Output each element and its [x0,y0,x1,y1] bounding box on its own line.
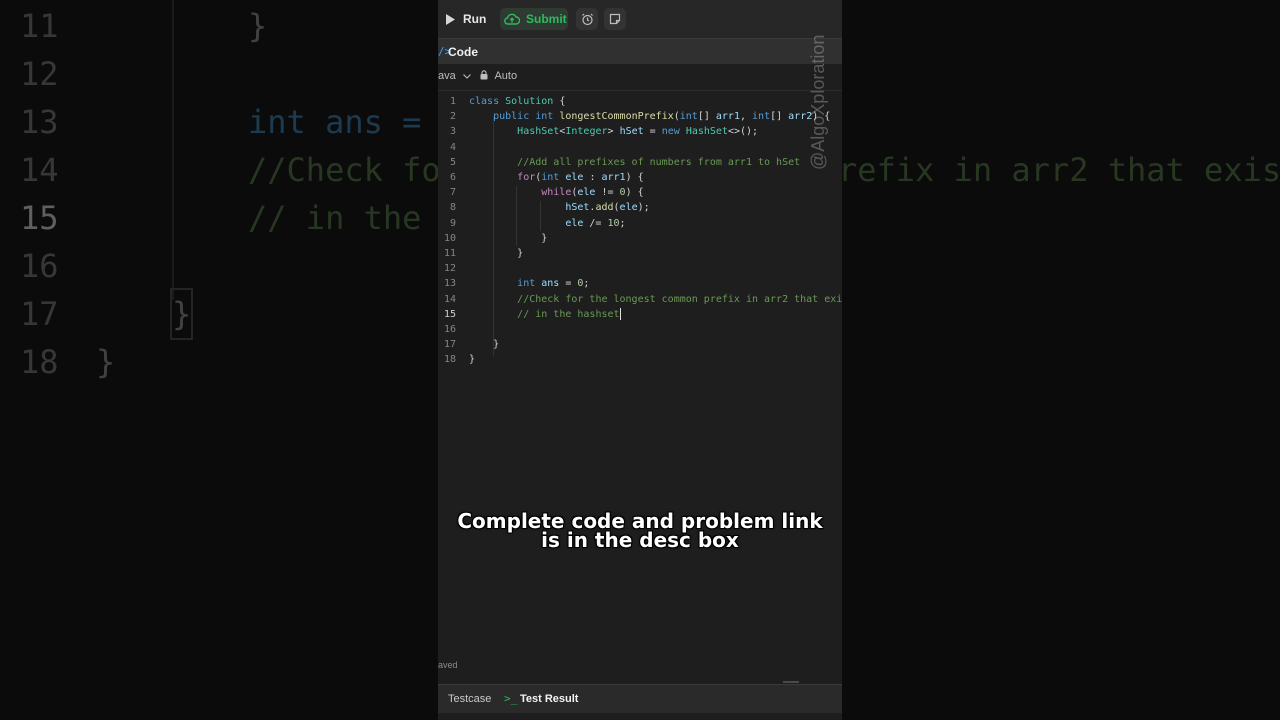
code-line[interactable]: 2 public int longestCommonPrefix(int[] a… [438,109,842,124]
code-line[interactable]: 17 } [438,337,842,352]
auto-mode-label: Auto [494,70,518,82]
code-text: } [469,354,476,366]
code-text: for(int ele : arr1) { [517,172,644,183]
code-line[interactable]: 11 } [438,246,842,261]
code-line[interactable]: 16 [438,322,842,337]
line-number: 13 [443,278,456,290]
note-icon [609,13,621,25]
alarm-button[interactable] [576,8,598,30]
editor-panel: Run Submit /> Code ava Auto 1 class Solu… [438,0,842,720]
code-text: hSet.add(ele); [565,202,650,214]
saved-status: aved [438,660,458,670]
code-line[interactable]: 8 hSet.add(ele); [438,200,842,215]
bottom-tabs: Testcase >_ Test Result [438,684,842,713]
line-number: 5 [449,156,456,168]
alarm-clock-icon [581,13,594,26]
code-text: //Check for the longest common prefix in… [517,293,842,305]
line-number: 12 [443,263,456,275]
line-number: 7 [449,187,456,199]
code-line[interactable]: 12 [438,261,842,276]
code-line[interactable]: 1 class Solution { [438,94,842,109]
language-select[interactable]: ava [438,70,471,82]
tab-testcase[interactable]: Testcase [448,693,491,705]
line-number: 4 [449,141,456,153]
code-line[interactable]: 14 //Check for the longest common prefix… [438,292,842,307]
watermark: @AlgoXploration [808,10,828,170]
tab-test-result[interactable]: Test Result [520,693,578,705]
line-number: 2 [449,111,456,123]
line-number: 9 [449,217,456,229]
editor-settings-bar: ava Auto [438,64,842,91]
code-line[interactable]: 18} [438,352,842,367]
lock-icon [480,70,488,83]
line-number: 18 [443,354,456,366]
cloud-upload-icon [504,13,520,25]
code-line[interactable]: 5 //Add all prefixes of numbers from arr… [438,155,842,170]
submit-label: Submit [526,12,567,26]
code-line[interactable]: 13 int ans = 0; [438,276,842,291]
code-text: int ans = 0; [517,278,590,290]
code-line[interactable]: 6 for(int ele : arr1) { [438,170,842,185]
code-text: HashSet<Integer> hSet = new HashSet<>(); [517,126,759,138]
code-line[interactable]: 3 HashSet<Integer> hSet = new HashSet<>(… [438,124,842,139]
line-number: 3 [449,126,456,138]
terminal-icon: >_ [504,692,518,705]
code-text: } [469,248,524,259]
watermark-text: @AlgoXploration [808,34,828,170]
line-number: 16 [443,324,456,335]
code-line[interactable]: 4 [438,140,842,155]
resize-handle[interactable] [783,681,799,683]
video-caption: Complete code and problem link is in the… [438,511,842,552]
code-line[interactable]: 10 } [438,231,842,246]
note-button[interactable] [604,8,626,30]
code-text: while(ele != 0) { [541,187,644,199]
play-icon [446,13,455,25]
toolbar: Run Submit [438,0,842,38]
submit-button[interactable]: Submit [500,8,568,30]
run-label: Run [463,12,487,26]
line-number: 8 [449,202,456,214]
run-button[interactable]: Run [438,8,494,30]
caption-line: is in the desc box [541,528,739,552]
line-number: 14 [443,293,456,305]
code-text: } [469,339,500,351]
code-text: } [469,232,548,244]
code-line[interactable]: 7 while(ele != 0) { [438,185,842,200]
code-text: //Add all prefixes of numbers from arr1 … [517,156,801,168]
line-number: 11 [443,248,456,259]
code-line[interactable]: 9 ele /= 10; [438,216,842,231]
auto-mode-toggle[interactable]: Auto [480,70,517,83]
language-value: ava [438,70,456,82]
code-editor[interactable]: 1 class Solution { 2 public int longestCom… [438,94,842,374]
line-number: 15 [443,308,456,320]
code-text: class Solution { [469,96,566,107]
code-text: // in the hashset [517,307,621,320]
line-number: 10 [443,232,456,244]
text-cursor [619,307,621,320]
code-tab-label: Code [448,45,478,59]
code-text: ele /= 10; [565,217,626,229]
code-text: public int longestCommonPrefix(int[] arr… [493,111,831,123]
chevron-down-icon [462,70,471,82]
code-tab[interactable]: /> Code [438,38,842,65]
line-number: 17 [443,339,456,351]
line-number: 6 [449,172,456,183]
line-number: 1 [449,96,456,107]
code-line[interactable]: 15 // in the hashset [438,307,842,322]
